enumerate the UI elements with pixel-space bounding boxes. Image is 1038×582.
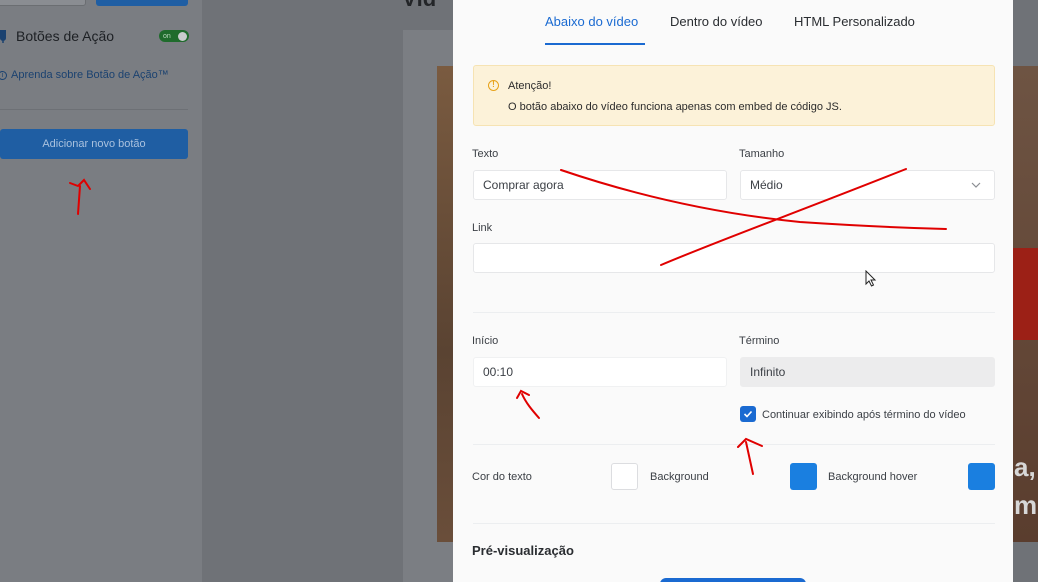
continue-showing-label: Continuar exibindo após término do vídeo	[762, 409, 966, 421]
size-label: Tamanho	[739, 148, 785, 160]
link-label: Link	[472, 222, 493, 234]
add-new-button[interactable]: Adicionar novo botão	[0, 129, 188, 159]
alert-message: O botão abaixo do vídeo funciona apenas …	[508, 101, 842, 113]
text-label: Texto	[472, 148, 499, 160]
preview-button[interactable]	[660, 578, 806, 582]
background-color-label: Background	[650, 471, 709, 483]
end-label: Término	[739, 335, 780, 347]
overlay-text-line-2: m	[1014, 490, 1038, 520]
background-red-block	[1013, 248, 1038, 340]
chevron-down-icon	[971, 182, 981, 188]
info-icon: i	[0, 70, 7, 80]
background-hover-swatch[interactable]	[968, 463, 995, 490]
section-divider	[473, 312, 995, 313]
action-buttons-title: Botões de Ação	[16, 28, 115, 44]
background-video-thumbnail	[437, 66, 453, 542]
action-buttons-row: Botões de Ação on	[0, 26, 195, 46]
section-divider-3	[473, 523, 995, 524]
sidebar-panel: Botões de Ação on i Aprenda sobre Botão …	[0, 0, 202, 582]
tab-below-video[interactable]: Abaixo do vídeo	[545, 14, 638, 29]
action-button-modal: Abaixo do vídeo Dentro do vídeo HTML Per…	[453, 0, 1013, 582]
toggle-state-label: on	[163, 32, 171, 40]
learn-about-action-button-link[interactable]: i Aprenda sobre Botão de Ação™	[0, 69, 169, 81]
sidebar-top-input[interactable]	[0, 0, 86, 6]
action-buttons-toggle[interactable]: on	[159, 30, 189, 42]
background-overlay-text: a, m	[1014, 448, 1037, 524]
end-time-input[interactable]: Infinito	[740, 357, 995, 387]
checkmark-icon	[743, 410, 753, 418]
sidebar-divider	[0, 109, 188, 110]
alert-title: Atenção!	[508, 80, 552, 92]
tab-custom-html[interactable]: HTML Personalizado	[794, 14, 915, 29]
background-page-title: Víd	[402, 0, 436, 12]
start-time-input[interactable]: 00:10	[473, 357, 727, 387]
link-input[interactable]	[473, 243, 995, 273]
bell-icon	[0, 29, 8, 43]
modal-tabs: Abaixo do vídeo Dentro do vídeo HTML Per…	[453, 0, 1013, 46]
overlay-text-line-1: a,	[1014, 452, 1036, 482]
text-input-value: Comprar agora	[483, 178, 564, 192]
section-divider-2	[473, 444, 995, 445]
tab-inside-video[interactable]: Dentro do vídeo	[670, 14, 763, 29]
size-select-value: Médio	[750, 178, 783, 192]
text-color-label: Cor do texto	[472, 471, 532, 483]
toggle-knob	[178, 31, 187, 41]
warning-alert: ! Atenção! O botão abaixo do vídeo funci…	[473, 65, 995, 126]
start-time-value: 00:10	[483, 365, 514, 379]
warning-icon: !	[488, 80, 499, 91]
continue-showing-checkbox[interactable]	[740, 406, 756, 422]
end-time-value: Infinito	[750, 365, 786, 379]
sidebar-top-button[interactable]	[96, 0, 188, 6]
mouse-cursor-icon	[865, 270, 877, 287]
background-hover-label: Background hover	[828, 471, 918, 483]
active-tab-indicator	[545, 43, 645, 45]
text-color-swatch[interactable]	[611, 463, 638, 490]
background-color-swatch[interactable]	[790, 463, 817, 490]
start-label: Início	[472, 335, 499, 347]
size-select[interactable]: Médio	[740, 170, 995, 200]
text-input[interactable]: Comprar agora	[473, 170, 727, 200]
preview-title: Pré-visualização	[472, 543, 574, 558]
learn-link-text: Aprenda sobre Botão de Ação™	[11, 69, 169, 81]
